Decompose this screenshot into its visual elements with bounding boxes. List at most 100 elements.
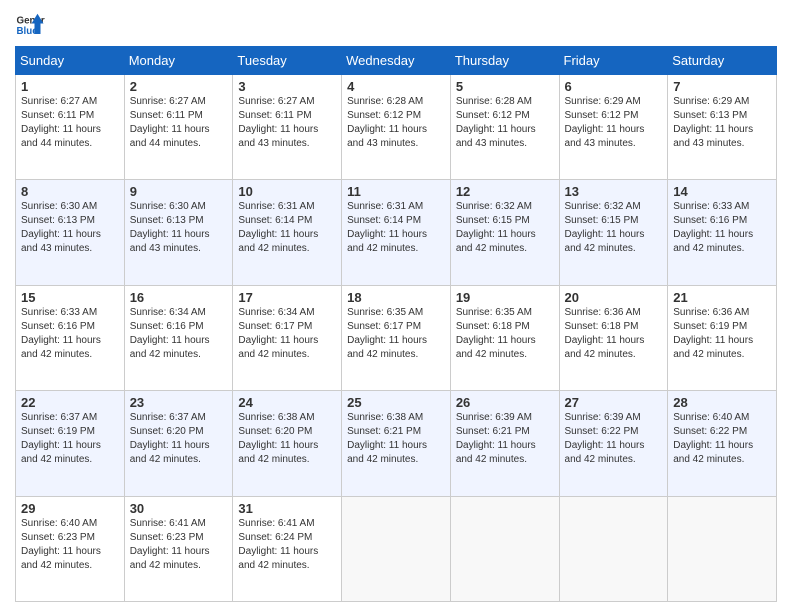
day-number: 13 <box>565 184 663 199</box>
day-number: 31 <box>238 501 336 516</box>
day-cell-6: 6 Sunrise: 6:29 AMSunset: 6:12 PMDaylight… <box>559 75 668 180</box>
empty-cell <box>559 496 668 601</box>
day-cell-28: 28 Sunrise: 6:40 AMSunset: 6:22 PMDayligh… <box>668 391 777 496</box>
day-number: 29 <box>21 501 119 516</box>
day-number: 28 <box>673 395 771 410</box>
day-number: 7 <box>673 79 771 94</box>
day-info: Sunrise: 6:36 AMSunset: 6:18 PMDaylight:… <box>565 307 645 360</box>
day-cell-2: 2 Sunrise: 6:27 AMSunset: 6:11 PMDaylight… <box>124 75 233 180</box>
day-number: 25 <box>347 395 445 410</box>
day-number: 22 <box>21 395 119 410</box>
day-cell-7: 7 Sunrise: 6:29 AMSunset: 6:13 PMDaylight… <box>668 75 777 180</box>
day-cell-13: 13 Sunrise: 6:32 AMSunset: 6:15 PMDayligh… <box>559 180 668 285</box>
day-info: Sunrise: 6:38 AMSunset: 6:20 PMDaylight:… <box>238 412 318 465</box>
day-of-week-wednesday: Wednesday <box>342 47 451 75</box>
day-info: Sunrise: 6:32 AMSunset: 6:15 PMDaylight:… <box>456 201 536 254</box>
day-cell-5: 5Sunrise: 6:28 AMSunset: 6:12 PMDaylight… <box>450 75 559 180</box>
day-info: Sunrise: 6:29 AMSunset: 6:13 PMDaylight:… <box>673 96 753 149</box>
day-info: Sunrise: 6:31 AMSunset: 6:14 PMDaylight:… <box>347 201 427 254</box>
day-number: 10 <box>238 184 336 199</box>
day-cell-30: 30 Sunrise: 6:41 AMSunset: 6:23 PMDayligh… <box>124 496 233 601</box>
day-info: Sunrise: 6:32 AMSunset: 6:15 PMDaylight:… <box>565 201 645 254</box>
day-info: Sunrise: 6:38 AMSunset: 6:21 PMDaylight:… <box>347 412 427 465</box>
day-info: Sunrise: 6:35 AMSunset: 6:17 PMDaylight:… <box>347 307 427 360</box>
day-number: 12 <box>456 184 554 199</box>
day-number: 24 <box>238 395 336 410</box>
day-info: Sunrise: 6:37 AMSunset: 6:19 PMDaylight:… <box>21 412 101 465</box>
day-number: 27 <box>565 395 663 410</box>
day-info: Sunrise: 6:28 AMSunset: 6:12 PMDaylight:… <box>347 96 427 149</box>
day-info: Sunrise: 6:29 AMSunset: 6:12 PMDaylight:… <box>565 96 645 149</box>
day-info: Sunrise: 6:37 AMSunset: 6:20 PMDaylight:… <box>130 412 210 465</box>
day-number: 23 <box>130 395 228 410</box>
day-cell-16: 16 Sunrise: 6:34 AMSunset: 6:16 PMDayligh… <box>124 285 233 390</box>
day-info: Sunrise: 6:31 AMSunset: 6:14 PMDaylight:… <box>238 201 318 254</box>
day-cell-17: 17Sunrise: 6:34 AMSunset: 6:17 PMDayligh… <box>233 285 342 390</box>
day-number: 6 <box>565 79 663 94</box>
day-cell-23: 23 Sunrise: 6:37 AMSunset: 6:20 PMDayligh… <box>124 391 233 496</box>
day-of-week-saturday: Saturday <box>668 47 777 75</box>
day-cell-1: 1Sunrise: 6:27 AMSunset: 6:11 PMDaylight… <box>16 75 125 180</box>
day-info: Sunrise: 6:33 AMSunset: 6:16 PMDaylight:… <box>673 201 753 254</box>
day-info: Sunrise: 6:40 AMSunset: 6:23 PMDaylight:… <box>21 518 101 571</box>
day-number: 3 <box>238 79 336 94</box>
empty-cell <box>668 496 777 601</box>
day-number: 30 <box>130 501 228 516</box>
calendar-table: SundayMondayTuesdayWednesdayThursdayFrid… <box>15 46 777 602</box>
day-cell-15: 15 Sunrise: 6:33 AMSunset: 6:16 PMDayligh… <box>16 285 125 390</box>
day-cell-9: 9 Sunrise: 6:30 AMSunset: 6:13 PMDaylight… <box>124 180 233 285</box>
day-info: Sunrise: 6:27 AMSunset: 6:11 PMDaylight:… <box>130 96 210 149</box>
day-number: 11 <box>347 184 445 199</box>
day-cell-29: 29 Sunrise: 6:40 AMSunset: 6:23 PMDayligh… <box>16 496 125 601</box>
day-number: 16 <box>130 290 228 305</box>
day-cell-27: 27Sunrise: 6:39 AMSunset: 6:22 PMDayligh… <box>559 391 668 496</box>
day-cell-19: 19 Sunrise: 6:35 AMSunset: 6:18 PMDayligh… <box>450 285 559 390</box>
day-cell-20: 20 Sunrise: 6:36 AMSunset: 6:18 PMDayligh… <box>559 285 668 390</box>
day-cell-25: 25 Sunrise: 6:38 AMSunset: 6:21 PMDayligh… <box>342 391 451 496</box>
day-number: 15 <box>21 290 119 305</box>
day-number: 19 <box>456 290 554 305</box>
day-number: 9 <box>130 184 228 199</box>
day-info: Sunrise: 6:35 AMSunset: 6:18 PMDaylight:… <box>456 307 536 360</box>
calendar-week-2: 8 Sunrise: 6:30 AMSunset: 6:13 PMDaylight… <box>16 180 777 285</box>
day-number: 17 <box>238 290 336 305</box>
day-info: Sunrise: 6:36 AMSunset: 6:19 PMDaylight:… <box>673 307 753 360</box>
day-of-week-sunday: Sunday <box>16 47 125 75</box>
day-number: 8 <box>21 184 119 199</box>
page-header: General Blue <box>15 10 777 40</box>
day-cell-4: 4Sunrise: 6:28 AMSunset: 6:12 PMDaylight… <box>342 75 451 180</box>
day-cell-24: 24 Sunrise: 6:38 AMSunset: 6:20 PMDayligh… <box>233 391 342 496</box>
day-of-week-tuesday: Tuesday <box>233 47 342 75</box>
day-number: 5 <box>456 79 554 94</box>
day-of-week-friday: Friday <box>559 47 668 75</box>
day-cell-8: 8 Sunrise: 6:30 AMSunset: 6:13 PMDaylight… <box>16 180 125 285</box>
day-number: 21 <box>673 290 771 305</box>
day-cell-3: 3Sunrise: 6:27 AMSunset: 6:11 PMDaylight… <box>233 75 342 180</box>
calendar-week-5: 29 Sunrise: 6:40 AMSunset: 6:23 PMDayligh… <box>16 496 777 601</box>
logo-icon: General Blue <box>15 10 45 40</box>
day-cell-18: 18Sunrise: 6:35 AMSunset: 6:17 PMDayligh… <box>342 285 451 390</box>
calendar-week-4: 22 Sunrise: 6:37 AMSunset: 6:19 PMDayligh… <box>16 391 777 496</box>
day-cell-10: 10 Sunrise: 6:31 AMSunset: 6:14 PMDayligh… <box>233 180 342 285</box>
day-info: Sunrise: 6:41 AMSunset: 6:23 PMDaylight:… <box>130 518 210 571</box>
day-info: Sunrise: 6:39 AMSunset: 6:21 PMDaylight:… <box>456 412 536 465</box>
day-cell-11: 11 Sunrise: 6:31 AMSunset: 6:14 PMDayligh… <box>342 180 451 285</box>
calendar-week-3: 15 Sunrise: 6:33 AMSunset: 6:16 PMDayligh… <box>16 285 777 390</box>
day-cell-12: 12 Sunrise: 6:32 AMSunset: 6:15 PMDayligh… <box>450 180 559 285</box>
day-cell-22: 22 Sunrise: 6:37 AMSunset: 6:19 PMDayligh… <box>16 391 125 496</box>
day-of-week-thursday: Thursday <box>450 47 559 75</box>
day-info: Sunrise: 6:34 AMSunset: 6:16 PMDaylight:… <box>130 307 210 360</box>
day-info: Sunrise: 6:30 AMSunset: 6:13 PMDaylight:… <box>21 201 101 254</box>
day-number: 20 <box>565 290 663 305</box>
empty-cell <box>342 496 451 601</box>
day-info: Sunrise: 6:33 AMSunset: 6:16 PMDaylight:… <box>21 307 101 360</box>
day-info: Sunrise: 6:27 AMSunset: 6:11 PMDaylight:… <box>21 96 101 149</box>
day-cell-14: 14 Sunrise: 6:33 AMSunset: 6:16 PMDayligh… <box>668 180 777 285</box>
day-number: 14 <box>673 184 771 199</box>
day-number: 26 <box>456 395 554 410</box>
day-info: Sunrise: 6:40 AMSunset: 6:22 PMDaylight:… <box>673 412 753 465</box>
day-info: Sunrise: 6:30 AMSunset: 6:13 PMDaylight:… <box>130 201 210 254</box>
calendar-week-1: 1Sunrise: 6:27 AMSunset: 6:11 PMDaylight… <box>16 75 777 180</box>
day-info: Sunrise: 6:41 AMSunset: 6:24 PMDaylight:… <box>238 518 318 571</box>
day-number: 2 <box>130 79 228 94</box>
